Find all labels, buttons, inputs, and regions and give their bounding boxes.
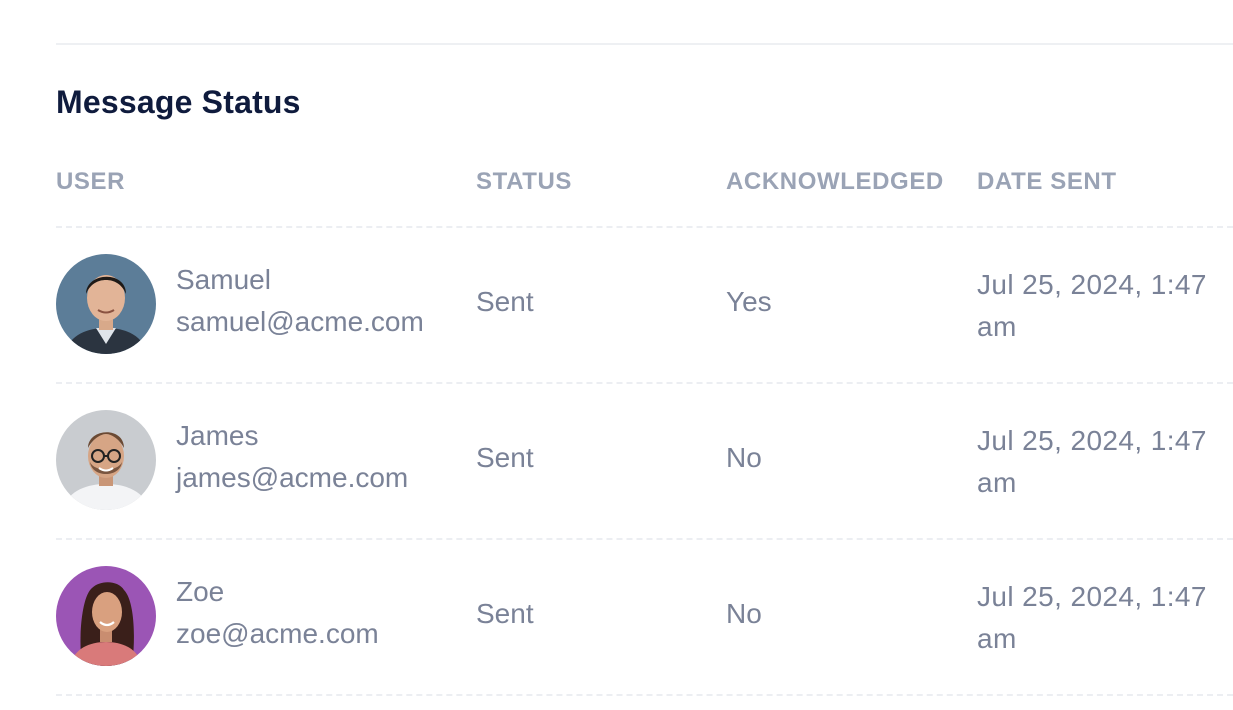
user-email: zoe@acme.com [176,618,379,649]
user-name: Zoe [176,576,225,607]
section-title: Message Status [56,84,301,120]
acknowledged-value: No [726,442,762,473]
table-row[interactable]: Zoe zoe@acme.com Sent No Jul 25, 2024, 1… [56,540,1233,696]
message-status-table: USER STATUS ACKNOWLEDGED DATE SENT Samue… [56,156,1233,696]
avatar [56,254,156,354]
avatar [56,410,156,510]
date-sent-value: Jul 25, 2024, 1:47 am [977,581,1207,654]
user-name: James [176,420,259,451]
status-value: Sent [476,442,534,473]
status-value: Sent [476,286,534,317]
user-email: james@acme.com [176,462,409,493]
user-name: Samuel [176,264,271,295]
acknowledged-value: Yes [726,286,772,317]
acknowledged-value: No [726,598,762,629]
column-header-status[interactable]: STATUS [476,168,572,196]
date-sent-value: Jul 25, 2024, 1:47 am [977,269,1207,342]
column-header-acknowledged[interactable]: ACKNOWLEDGED [726,168,944,196]
date-sent-value: Jul 25, 2024, 1:47 am [977,425,1207,498]
page: Message Status USER STATUS ACKNOWLEDGED … [0,0,1233,710]
avatar [56,566,156,666]
table-header: USER STATUS ACKNOWLEDGED DATE SENT [56,156,1233,228]
column-header-user[interactable]: USER [56,168,125,196]
column-header-date-sent[interactable]: DATE SENT [977,168,1117,196]
user-email: samuel@acme.com [176,306,424,337]
table-row[interactable]: James james@acme.com Sent No Jul 25, 202… [56,384,1233,540]
table-row[interactable]: Samuel samuel@acme.com Sent Yes Jul 25, … [56,228,1233,384]
status-value: Sent [476,598,534,629]
top-divider [56,43,1233,45]
